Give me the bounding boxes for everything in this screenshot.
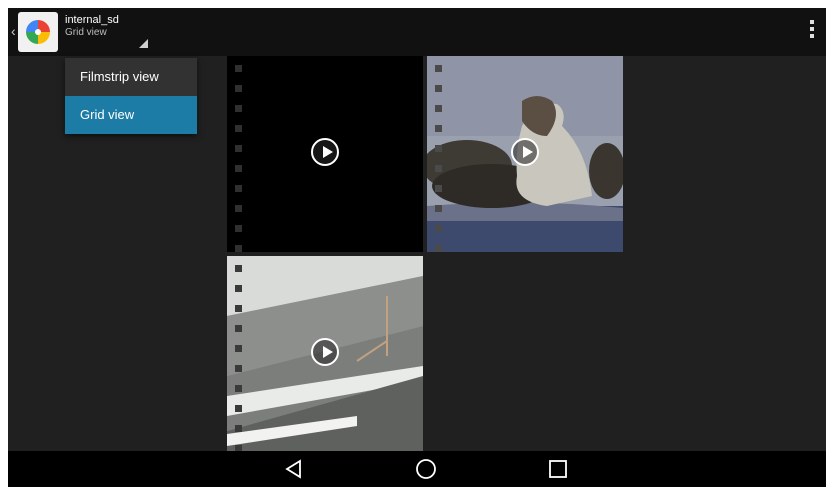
media-tile-video-3[interactable] (227, 256, 423, 452)
media-tile-video-2[interactable] (427, 56, 623, 252)
home-icon[interactable] (414, 457, 438, 481)
filmstrip-sprocket-holes (435, 56, 443, 252)
filmstrip-sprocket-holes (235, 56, 243, 252)
action-bar: ‹ internal_sd Grid view (8, 8, 826, 56)
album-spinner[interactable]: internal_sd Grid view (65, 14, 119, 39)
gallery-screen: ‹ internal_sd Grid view Filmstrip view G… (8, 8, 826, 487)
view-mode-subtitle: Grid view (65, 27, 107, 38)
overflow-menu-icon[interactable] (808, 20, 816, 44)
system-navigation-bar (8, 451, 826, 487)
filmstrip-sprocket-holes (235, 256, 243, 452)
spinner-dropdown-icon[interactable] (139, 39, 148, 48)
play-icon (311, 338, 339, 366)
back-icon[interactable] (282, 457, 306, 481)
recents-icon[interactable] (546, 457, 570, 481)
play-icon (511, 138, 539, 166)
play-icon (311, 138, 339, 166)
menu-item-grid-view[interactable]: Grid view (65, 96, 197, 134)
media-tile-video-1[interactable] (227, 56, 423, 252)
menu-item-filmstrip-view[interactable]: Filmstrip view (65, 58, 197, 96)
album-title: internal_sd (65, 14, 119, 26)
gallery-app-icon[interactable] (18, 12, 58, 52)
view-mode-menu: Filmstrip view Grid view (65, 58, 197, 134)
